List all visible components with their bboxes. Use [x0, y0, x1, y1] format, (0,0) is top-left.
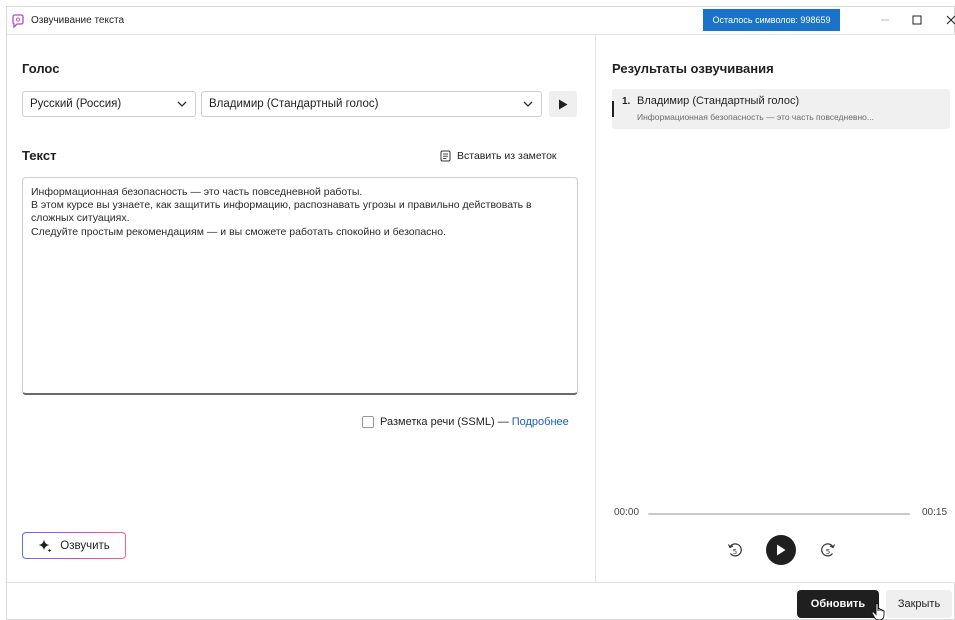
text-line: Следуйте простым рекомендациям — и вы см…: [31, 225, 446, 238]
sparkle-icon: [38, 539, 52, 552]
current-time: 00:00: [614, 507, 640, 518]
app-icon: [12, 14, 24, 28]
chevron-down-icon: [523, 101, 533, 107]
result-item[interactable]: 1. Владимир (Стандартный голос) Информац…: [612, 89, 950, 129]
ssml-more-link[interactable]: Подробнее: [512, 416, 569, 428]
maximize-icon: [912, 15, 922, 25]
text-heading: Текст: [22, 148, 57, 163]
play-button[interactable]: [766, 535, 796, 565]
paste-from-notes-button[interactable]: Вставить из заметок: [440, 147, 557, 165]
forward-5-icon: 5: [821, 543, 836, 557]
paste-label: Вставить из заметок: [457, 150, 557, 162]
voice-value: Владимир (Стандартный голос): [209, 98, 379, 110]
close-icon: [946, 15, 955, 25]
chars-left-badge: Осталось символов: 998659: [703, 9, 840, 31]
text-line: В этом курсе вы узнаете, как защитить ин…: [31, 199, 532, 225]
results-panel: Результаты озвучивания 1. Владимир (Стан…: [595, 35, 955, 582]
result-number: 1.: [622, 96, 631, 107]
rewind-5-icon: 5: [727, 543, 742, 557]
dialog-footer: Обновить Закрыть: [7, 582, 955, 620]
chevron-down-icon: [177, 101, 187, 107]
voice-heading: Голос: [22, 61, 60, 76]
text-line: Информационная безопасность — это часть …: [31, 186, 363, 198]
minimize-icon: [881, 19, 889, 21]
results-heading: Результаты озвучивания: [612, 61, 774, 76]
rewind-5-button[interactable]: 5: [725, 540, 745, 560]
result-title: Владимир (Стандартный голос): [637, 95, 800, 107]
window-title: Озвучивание текста: [31, 15, 125, 26]
language-value: Русский (Россия): [30, 98, 122, 110]
voice-select[interactable]: Владимир (Стандартный голос): [201, 91, 542, 117]
duration-time: 00:15: [922, 507, 948, 518]
update-button[interactable]: Обновить: [797, 590, 879, 618]
minimize-button[interactable]: [867, 9, 903, 31]
result-preview: Информационная безопасность — это часть …: [637, 112, 874, 122]
ssml-label: Разметка речи (SSML) —: [380, 416, 509, 428]
play-icon: [777, 544, 786, 556]
maximize-button[interactable]: [899, 9, 935, 31]
svg-text:5: 5: [733, 548, 737, 556]
svg-text:5: 5: [826, 548, 830, 556]
hand-cursor-icon: [871, 603, 885, 620]
language-select[interactable]: Русский (Россия): [22, 91, 196, 117]
title-bar: Озвучивание текста Осталось символов: 99…: [6, 6, 955, 34]
selected-indicator: [612, 101, 614, 117]
notes-icon: [440, 150, 451, 162]
preview-voice-button[interactable]: [549, 91, 577, 117]
close-window-button[interactable]: [933, 9, 955, 31]
left-panel: Голос Русский (Россия) Владимир (Стандар…: [7, 35, 595, 582]
text-input[interactable]: Информационная безопасность — это часть …: [22, 177, 578, 395]
play-icon: [559, 99, 568, 109]
forward-5-button[interactable]: 5: [818, 540, 838, 560]
speak-label: Озвучить: [60, 539, 110, 552]
close-button[interactable]: Закрыть: [886, 590, 952, 618]
ssml-checkbox[interactable]: [362, 416, 374, 428]
speak-button[interactable]: Озвучить: [22, 532, 126, 559]
progress-track[interactable]: [648, 513, 910, 515]
dialog-frame: Голос Русский (Россия) Владимир (Стандар…: [6, 34, 955, 620]
ssml-option: Разметка речи (SSML) — Подробнее: [362, 416, 569, 428]
